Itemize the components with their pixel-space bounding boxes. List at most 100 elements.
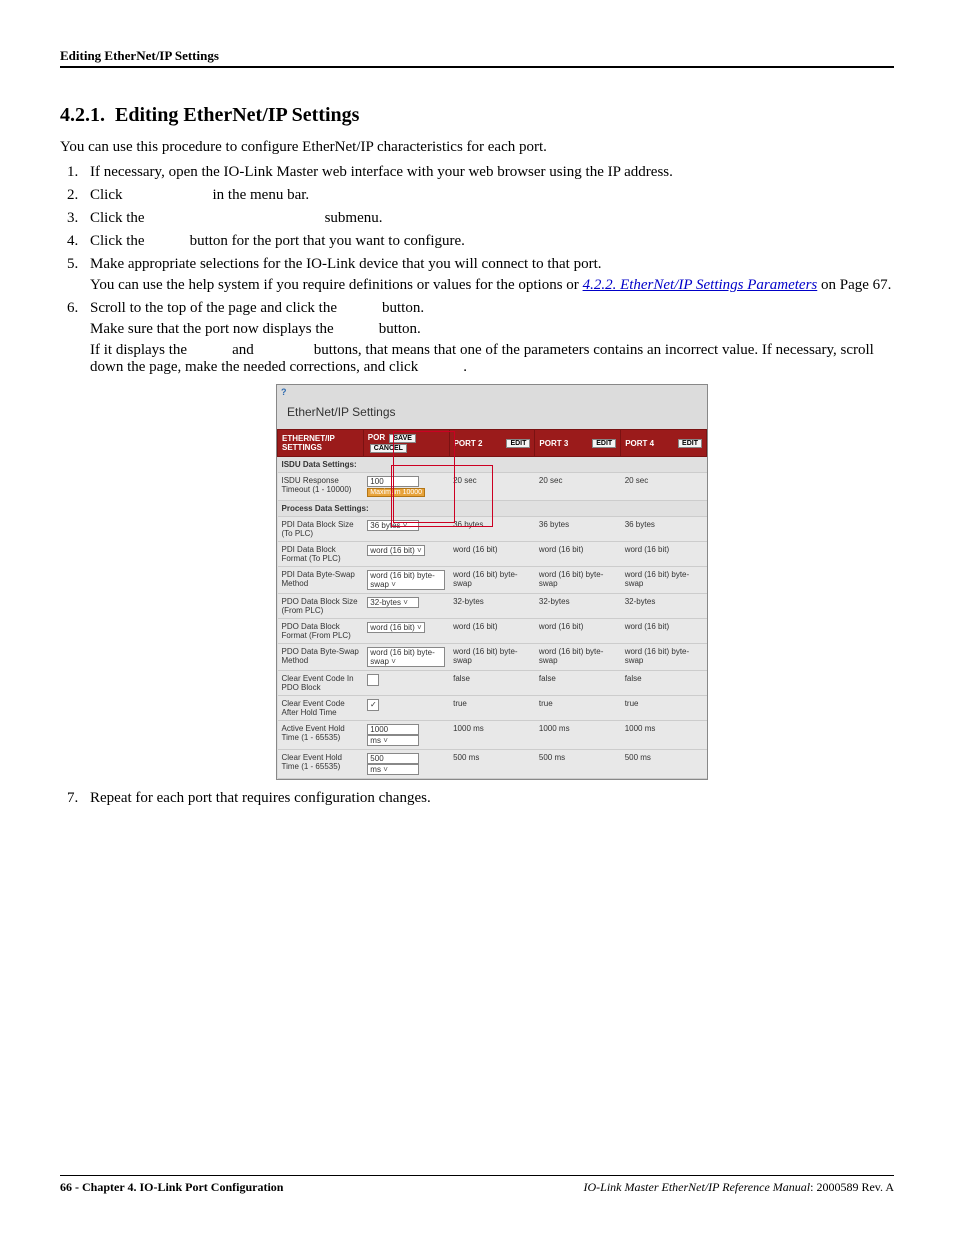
step-3-text-b: submenu. bbox=[325, 210, 383, 226]
row-p2: 32-bytes bbox=[449, 594, 535, 619]
table-header-row: ETHERNET/IP SETTINGS POR SAVE CANCEL POR… bbox=[278, 430, 707, 457]
step-6-b2: button. bbox=[379, 321, 421, 337]
step-6-b: Make sure that the port now displays the… bbox=[90, 321, 894, 338]
step-6-c4: . bbox=[463, 359, 467, 375]
row-p2: word (16 bit) byte-swap bbox=[449, 567, 535, 594]
row-p2: word (16 bit) bbox=[449, 542, 535, 567]
row-select[interactable]: word (16 bit) byte-swap bbox=[367, 647, 445, 667]
step-6-a2: button. bbox=[382, 300, 424, 316]
step-6-cancel bbox=[258, 342, 311, 358]
row-label: PDI Data Byte-Swap Method bbox=[278, 567, 364, 594]
procedure-list: If necessary, open the IO-Link Master we… bbox=[60, 164, 894, 807]
step-6-a1: Scroll to the top of the page and click … bbox=[90, 300, 341, 316]
row-p4: word (16 bit) byte-swap bbox=[621, 644, 707, 671]
section-title: 4.2.1. Editing EtherNet/IP Settings bbox=[60, 104, 894, 127]
row-input[interactable]: 500 bbox=[367, 753, 419, 764]
step-6-c1: If it displays the bbox=[90, 342, 191, 358]
row-select[interactable]: 36 bytes bbox=[367, 520, 419, 531]
port1-label: POR bbox=[368, 433, 385, 442]
row-label: PDI Data Block Size (To PLC) bbox=[278, 517, 364, 542]
row-p3: false bbox=[535, 671, 621, 696]
step-6-edit bbox=[337, 321, 375, 337]
step-6-c2: and bbox=[232, 342, 257, 358]
row-p2: word (16 bit) bbox=[449, 619, 535, 644]
step-3-submenu bbox=[148, 210, 321, 226]
footer-right-a: IO-Link Master EtherNet/IP Reference Man… bbox=[584, 1180, 811, 1194]
row-unit-select[interactable]: ms bbox=[367, 735, 419, 746]
isdu-p3: 20 sec bbox=[535, 473, 621, 501]
col-port2: PORT 2 EDIT bbox=[449, 430, 535, 457]
section-title-text: Editing EtherNet/IP Settings bbox=[115, 104, 359, 126]
step-4: Click the button for the port that you w… bbox=[82, 233, 894, 250]
port4-label: PORT 4 bbox=[625, 439, 654, 448]
table-row: PDI Data Block Size (To PLC)36 bytes36 b… bbox=[278, 517, 707, 542]
isdu-timeout-row: ISDU Response Timeout (1 - 10000) 100 Ma… bbox=[278, 473, 707, 501]
step-6-c: If it displays the and buttons, that mea… bbox=[90, 342, 894, 376]
step-3: Click the submenu. bbox=[82, 210, 894, 227]
row-p4: 1000 ms bbox=[621, 721, 707, 750]
help-icon[interactable]: ? bbox=[277, 385, 707, 399]
step-1: If necessary, open the IO-Link Master we… bbox=[82, 164, 894, 181]
table-row: PDO Data Block Size (From PLC)32-bytes32… bbox=[278, 594, 707, 619]
col-port1: POR SAVE CANCEL bbox=[363, 430, 449, 457]
col-port3: PORT 3 EDIT bbox=[535, 430, 621, 457]
row-input[interactable]: 1000 bbox=[367, 724, 419, 735]
table-row: Clear Event Hold Time (1 - 65535)500 ms5… bbox=[278, 750, 707, 779]
col-port4: PORT 4 EDIT bbox=[621, 430, 707, 457]
row-checkbox[interactable] bbox=[367, 674, 379, 686]
row-select[interactable]: word (16 bit) bbox=[367, 622, 424, 633]
step-2: Click in the menu bar. bbox=[82, 187, 894, 204]
step-4-text-b: button for the port that you want to con… bbox=[190, 233, 465, 249]
row-p3: word (16 bit) byte-swap bbox=[535, 644, 621, 671]
step-6-save bbox=[341, 300, 379, 316]
edit-button-p4[interactable]: EDIT bbox=[678, 439, 702, 448]
isdu-section-label: ISDU Data Settings: bbox=[278, 457, 707, 473]
step-2-text-a: Click bbox=[90, 187, 126, 203]
row-p2: word (16 bit) byte-swap bbox=[449, 644, 535, 671]
edit-button-p2[interactable]: EDIT bbox=[506, 439, 530, 448]
row-select[interactable]: word (16 bit) bbox=[367, 545, 424, 556]
row-select[interactable]: 32-bytes bbox=[367, 597, 419, 608]
table-row: Clear Event Code After Hold Time✓truetru… bbox=[278, 696, 707, 721]
row-checkbox[interactable]: ✓ bbox=[367, 699, 379, 711]
screenshot: ? EtherNet/IP Settings ETHERNET/IP SETTI… bbox=[276, 384, 708, 780]
edit-button-p3[interactable]: EDIT bbox=[592, 439, 616, 448]
row-label: PDO Data Block Format (From PLC) bbox=[278, 619, 364, 644]
row-label: PDO Data Block Size (From PLC) bbox=[278, 594, 364, 619]
step-3-text-a: Click the bbox=[90, 210, 148, 226]
table-row: Clear Event Code In PDO Blockfalsefalsef… bbox=[278, 671, 707, 696]
footer-right: IO-Link Master EtherNet/IP Reference Man… bbox=[584, 1180, 895, 1195]
isdu-tooltip: Maximum 10000 bbox=[367, 488, 425, 497]
row-p4: 32-bytes bbox=[621, 594, 707, 619]
footer-right-b: : 2000589 Rev. A bbox=[810, 1180, 894, 1194]
isdu-timeout-input[interactable]: 100 bbox=[367, 476, 419, 487]
row-p3: 1000 ms bbox=[535, 721, 621, 750]
footer-left-text: 66 - Chapter 4. IO-Link Port Configurati… bbox=[60, 1180, 283, 1194]
xref-link[interactable]: 4.2.2. EtherNet/IP Settings Parameters bbox=[583, 277, 818, 293]
save-button[interactable]: SAVE bbox=[389, 434, 416, 443]
row-p4: true bbox=[621, 696, 707, 721]
row-select[interactable]: word (16 bit) byte-swap bbox=[367, 570, 445, 590]
step-2-menu bbox=[126, 187, 209, 203]
running-head: Editing EtherNet/IP Settings bbox=[60, 48, 894, 68]
screenshot-title: EtherNet/IP Settings bbox=[277, 399, 707, 429]
step-2-text-b: in the menu bar. bbox=[213, 187, 310, 203]
settings-table: ETHERNET/IP SETTINGS POR SAVE CANCEL POR… bbox=[277, 429, 707, 779]
col-settings: ETHERNET/IP SETTINGS bbox=[278, 430, 364, 457]
step-6: Scroll to the top of the page and click … bbox=[82, 300, 894, 780]
cancel-button[interactable]: CANCEL bbox=[370, 444, 407, 453]
pdata-section-row: Process Data Settings: bbox=[278, 501, 707, 517]
row-label: PDI Data Block Format (To PLC) bbox=[278, 542, 364, 567]
row-unit-select[interactable]: ms bbox=[367, 764, 419, 775]
row-p2: 1000 ms bbox=[449, 721, 535, 750]
row-p3: 32-bytes bbox=[535, 594, 621, 619]
row-label: PDO Data Byte-Swap Method bbox=[278, 644, 364, 671]
step-6-save2 bbox=[191, 342, 229, 358]
row-p3: true bbox=[535, 696, 621, 721]
row-p3: word (16 bit) bbox=[535, 619, 621, 644]
row-p3: word (16 bit) byte-swap bbox=[535, 567, 621, 594]
section-number: 4.2.1. bbox=[60, 104, 105, 126]
table-row: PDI Data Byte-Swap Methodword (16 bit) b… bbox=[278, 567, 707, 594]
isdu-timeout-label: ISDU Response Timeout (1 - 10000) bbox=[278, 473, 364, 501]
row-p4: word (16 bit) bbox=[621, 619, 707, 644]
